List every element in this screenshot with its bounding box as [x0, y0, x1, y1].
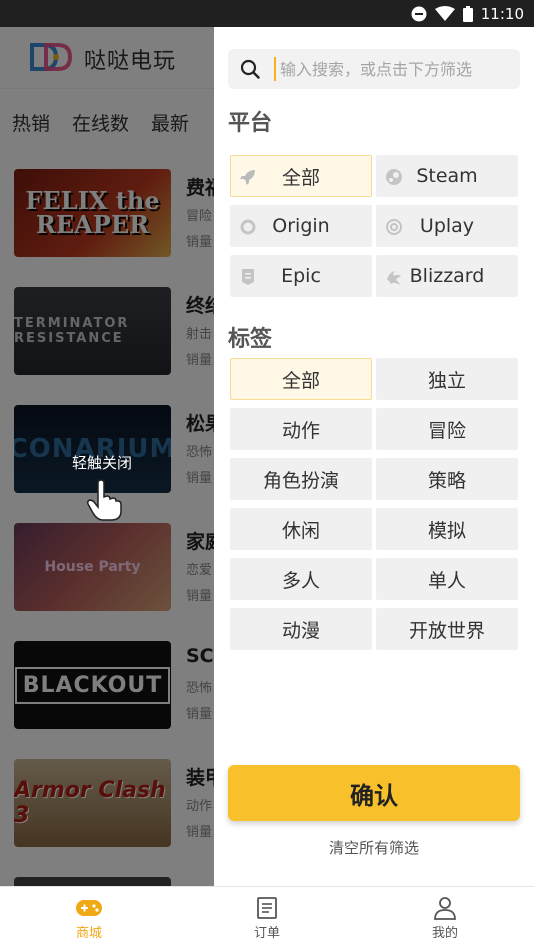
- drawer-dim-overlay[interactable]: 轻触关闭: [0, 27, 214, 886]
- platform-label: Epic: [281, 265, 321, 287]
- tag-option-casual[interactable]: 休闲: [230, 508, 372, 550]
- gamepad-icon: [76, 899, 102, 916]
- tag-option-anime[interactable]: 动漫: [230, 608, 372, 650]
- platform-label: Origin: [272, 215, 330, 237]
- filter-drawer: 平台 全部 Steam Origin Uplay Epic Blizzard 标…: [214, 27, 534, 886]
- search-box[interactable]: [228, 49, 520, 89]
- status-bar: 11:10: [0, 0, 534, 27]
- nav-label: 订单: [253, 925, 280, 941]
- tag-option-adventure[interactable]: 冒险: [376, 408, 518, 450]
- platform-label: 全部: [281, 166, 320, 189]
- platform-option-steam[interactable]: Steam: [376, 155, 518, 197]
- battery-icon: [462, 5, 473, 22]
- uplay-icon: [386, 219, 402, 235]
- clear-filters-link[interactable]: 清空所有筛选: [214, 837, 534, 858]
- nav-label: 我的: [431, 925, 458, 941]
- bottom-nav: 商城 订单 我的: [0, 886, 534, 949]
- tag-option-all[interactable]: 全部: [230, 358, 372, 400]
- nav-item-orders[interactable]: 订单: [178, 887, 356, 949]
- user-icon: [434, 896, 456, 920]
- nav-label: 商城: [75, 925, 102, 941]
- tags-grid: 全部 独立 动作 冒险 角色扮演 策略 休闲 模拟 多人 单人 动漫 开放世界: [230, 358, 520, 650]
- origin-icon: [240, 219, 256, 235]
- confirm-button[interactable]: 确认: [228, 765, 520, 821]
- status-time: 11:10: [480, 4, 524, 23]
- tags-section-title: 标签: [228, 327, 273, 352]
- platform-grid: 全部 Steam Origin Uplay Epic Blizzard: [230, 155, 520, 297]
- platform-option-all[interactable]: 全部: [230, 155, 372, 197]
- search-icon: [240, 59, 260, 79]
- platform-label: Steam: [416, 165, 478, 187]
- status-icons: 11:10: [411, 0, 524, 27]
- epic-icon: [242, 269, 254, 285]
- tag-option-singleplayer[interactable]: 单人: [376, 558, 518, 600]
- tag-option-strategy[interactable]: 策略: [376, 458, 518, 500]
- platform-section-title: 平台: [228, 111, 273, 136]
- tag-option-open-world[interactable]: 开放世界: [376, 608, 518, 650]
- rocket-icon: [240, 170, 255, 185]
- order-list-icon: [257, 896, 277, 919]
- steam-icon: [386, 169, 402, 185]
- platform-option-blizzard[interactable]: Blizzard: [376, 255, 518, 297]
- tag-option-rpg[interactable]: 角色扮演: [230, 458, 372, 500]
- nav-item-store[interactable]: 商城: [0, 887, 178, 949]
- tag-option-simulation[interactable]: 模拟: [376, 508, 518, 550]
- platform-label: Blizzard: [409, 265, 485, 287]
- wifi-icon: [434, 5, 455, 21]
- search-input[interactable]: [274, 57, 514, 81]
- platform-option-uplay[interactable]: Uplay: [376, 205, 518, 247]
- platform-label: Uplay: [419, 215, 475, 237]
- tag-option-multiplayer[interactable]: 多人: [230, 558, 372, 600]
- platform-option-origin[interactable]: Origin: [230, 205, 372, 247]
- do-not-disturb-icon: [411, 6, 427, 21]
- tag-option-action[interactable]: 动作: [230, 408, 372, 450]
- tap-hand-icon: [87, 479, 122, 521]
- blizzard-icon: [387, 271, 401, 285]
- tap-to-close-hint: 轻触关闭: [72, 454, 133, 472]
- nav-item-profile[interactable]: 我的: [356, 887, 534, 949]
- tag-option-indie[interactable]: 独立: [376, 358, 518, 400]
- platform-option-epic[interactable]: Epic: [230, 255, 372, 297]
